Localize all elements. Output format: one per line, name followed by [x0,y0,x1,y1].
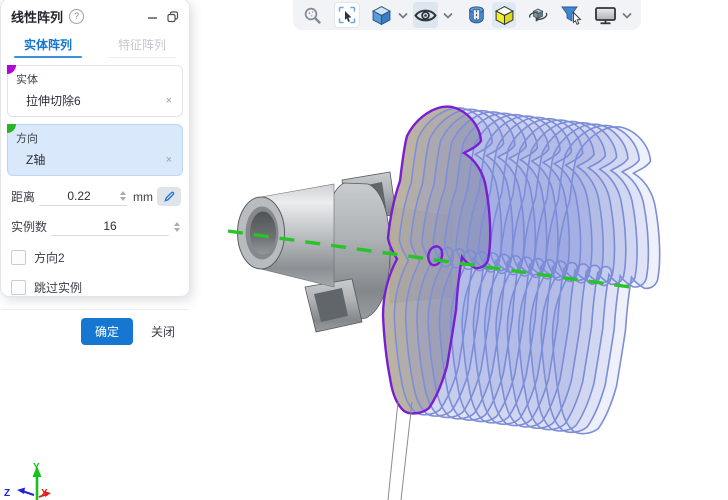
linear-pattern-panel: 线性阵列 ? 实体阵列 特征阵列 实体 拉伸切除6 × 方向 [0,0,190,297]
pattern-tabs: 实体阵列 特征阵列 [1,32,189,58]
skip-instances-checkbox[interactable] [11,280,26,295]
view-toolbar [293,0,641,30]
body-field-card[interactable]: 实体 拉伸切除6 × [7,65,183,117]
pattern-instances [394,108,659,434]
direction2-label: 方向2 [34,249,65,266]
tab-feature-pattern[interactable]: 特征阵列 [95,32,189,58]
orbit-rotate-icon[interactable] [526,2,550,28]
distance-row: 距离 0.22 mm [1,187,189,206]
count-input[interactable]: 16 [51,217,169,236]
triad-z-label: Z [4,488,10,499]
ok-button[interactable]: 确定 [81,318,133,345]
direction-field-marker [7,124,16,133]
selection-filter-icon[interactable] [559,2,583,28]
distance-stepper[interactable] [119,191,127,201]
direction-field-label: 方向 [16,130,174,146]
triad-y-label: Y [33,462,40,473]
shaded-cube-icon[interactable] [369,2,393,28]
zoom-search-icon[interactable] [300,2,324,28]
help-icon[interactable]: ? [69,9,84,24]
distance-label: 距离 [11,188,35,205]
panel-title: 线性阵列 [11,7,63,26]
tab-solid-pattern[interactable]: 实体阵列 [1,32,95,58]
skip-instances-row[interactable]: 跳过实例 [11,279,189,296]
count-stepper[interactable] [173,222,181,232]
direction2-checkbox[interactable] [11,250,26,265]
body-field-value: 拉伸切除6 [16,92,166,109]
pencil-icon [163,190,176,203]
restore-icon[interactable] [167,11,179,23]
count-row: 实例数 16 [1,217,189,236]
distance-input[interactable]: 0.22 [39,187,127,206]
chevron-down-icon[interactable] [620,2,634,28]
leader-lines [388,402,412,500]
solid-cube-icon[interactable] [492,2,516,28]
display-mode-icon[interactable] [593,2,617,28]
visibility-eye-icon[interactable] [413,2,438,28]
coordinate-triad: Y Z X [4,462,51,500]
close-button[interactable]: 关闭 [149,319,177,344]
edit-dimension-button[interactable] [157,187,181,206]
direction-field-card[interactable]: 方向 Z轴 × [7,124,183,176]
pick-frame-icon[interactable] [334,2,360,28]
chevron-down-icon[interactable] [396,2,410,28]
body-field-label: 实体 [16,71,174,87]
minimize-icon[interactable] [147,11,158,22]
direction-field-value: Z轴 [16,151,166,168]
section-ring-icon[interactable] [465,2,489,28]
clear-icon[interactable]: × [166,154,174,166]
body-field-marker [7,65,16,74]
count-label: 实例数 [11,218,47,235]
direction2-row[interactable]: 方向2 [11,249,189,266]
triad-x-label: X [41,488,48,499]
chevron-down-icon[interactable] [441,2,455,28]
distance-unit: mm [133,190,153,204]
skip-instances-label: 跳过实例 [34,279,82,296]
panel-header: 线性阵列 ? [1,0,189,28]
clear-icon[interactable]: × [166,95,174,107]
